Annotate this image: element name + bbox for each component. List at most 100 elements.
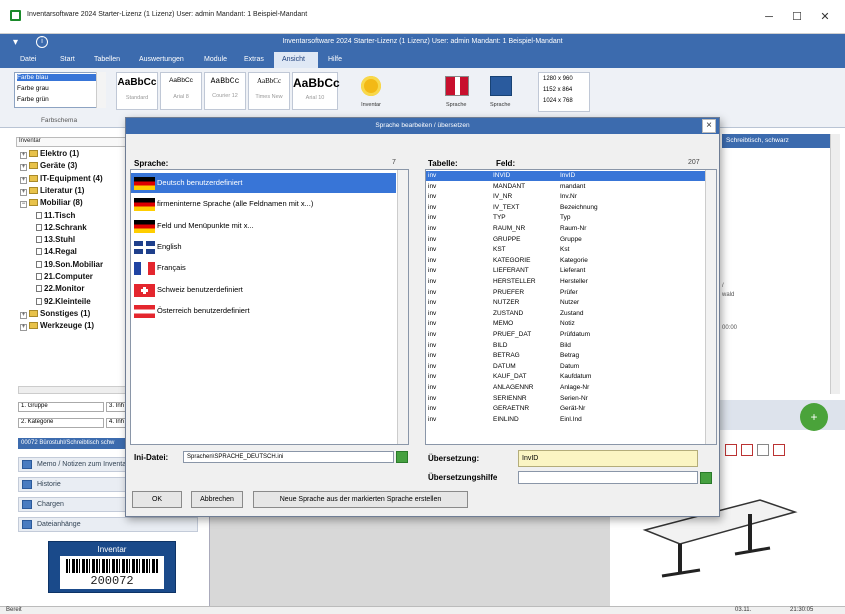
style-standard[interactable]: AaBbCc Standard [116,72,158,110]
tree-expand-icon[interactable]: + [20,311,27,319]
table-row[interactable]: inv HERSTELLER Hersteller [426,277,705,287]
add-item-icon[interactable]: + [800,403,828,431]
minimize-button[interactable]: ─ [754,6,784,28]
resolution-list[interactable]: 1280 x 960 1152 x 864 1024 x 768 [538,72,590,112]
new-language-button[interactable]: Neue Sprache aus der markierten Sprache … [253,491,468,508]
tree-node[interactable]: 11.Tisch [36,211,75,220]
document-edit-icon[interactable] [741,444,753,456]
translation-help-input[interactable] [518,471,698,484]
table-row[interactable]: inv LIEFERANT Lieferant [426,266,705,276]
table-row[interactable]: inv BILD Bild [426,341,705,351]
tree-node[interactable]: 12.Schrank [36,223,87,232]
field-table-scrollbar[interactable] [705,170,716,444]
table-row[interactable]: inv ZUSTAND Zustand [426,309,705,319]
language-item[interactable]: Feld und Menüpunkte mit x... [131,216,396,236]
tree-node[interactable]: 22.Monitor [36,284,84,293]
table-row[interactable]: inv INVID InvID [426,171,705,181]
menu-auswertungen[interactable]: Auswertungen [139,52,184,68]
cancel-button[interactable]: Abbrechen [191,491,243,508]
table-row[interactable]: inv MEMO Notiz [426,319,705,329]
table-row[interactable]: inv KATEGORIE Kategorie [426,256,705,266]
tree-expand-icon[interactable]: + [20,164,27,172]
maximize-button[interactable]: ☐ [782,6,812,28]
menu-tabellen[interactable]: Tabellen [94,52,120,68]
resolution-item[interactable]: 1152 x 864 [543,87,572,93]
color-item-green[interactable]: Farbe grün [17,96,49,103]
detail-scrollbar[interactable] [830,134,840,394]
tree-node[interactable]: + Elektro (1) [20,149,79,159]
color-item-grey[interactable]: Farbe grau [17,85,49,92]
group-combo[interactable]: 1. Gruppe [18,402,104,412]
pdf-icon[interactable] [773,444,785,456]
table-row[interactable]: inv BETRAG Betrag [426,351,705,361]
color-scheme-list[interactable]: Farbe blau Farbe grau Farbe grün [14,72,106,108]
language-item[interactable]: firmeninterne Sprache (alle Feldnamen mi… [131,194,396,214]
category-combo[interactable]: 2. Kategorie [18,418,104,428]
resolution-item[interactable]: 1024 x 768 [543,98,573,104]
resolution-item[interactable]: 1280 x 960 [543,76,573,82]
tree-horizontal-scrollbar[interactable] [18,386,128,394]
menu-module[interactable]: Module [204,52,227,68]
tree-node[interactable]: + Sonstiges (1) [20,309,90,319]
tree-expand-icon[interactable]: + [20,152,27,159]
language-list-scrollbar[interactable] [397,170,408,444]
tree-node[interactable]: 92.Kleinteile [36,297,91,306]
tools-icon[interactable] [757,444,769,456]
tree-node[interactable]: + Werkzeuge (1) [20,321,94,332]
table-row[interactable]: inv DATUM Datum [426,362,705,372]
tree-node[interactable]: 13.Stuhl [36,235,75,244]
style-arial10[interactable]: AaBbCc Arial 10 [292,72,340,110]
table-row[interactable]: inv RAUM_NR Raum-Nr [426,224,705,234]
table-row[interactable]: inv PRUEFER Prüfer [426,288,705,298]
menu-extras[interactable]: Extras [244,52,264,68]
style-courier12[interactable]: AaBbCc Courier 12 [204,72,246,110]
document-edit-icon[interactable] [725,444,737,456]
ini-file-browse-icon[interactable] [396,451,408,463]
table-row[interactable]: inv GERAETNR Gerät-Nr [426,404,705,414]
inventar-gear-icon[interactable] [361,76,381,96]
tree-node[interactable]: − Mobiliar (8) [20,198,83,209]
table-row[interactable]: inv EINLIND Einl.Ind [426,415,705,425]
language-item[interactable]: Deutsch benutzerdefiniert [131,173,396,193]
menu-hilfe[interactable]: Hilfe [328,52,342,68]
table-row[interactable]: inv GRUPPE Gruppe [426,235,705,245]
color-item-blue[interactable]: Farbe blau [17,74,97,81]
menu-start[interactable]: Start [60,52,75,68]
translation-input[interactable]: InvID [518,450,698,467]
tree-node[interactable]: 14.Regal [36,247,77,256]
attachments-button[interactable]: Dateianhänge [18,517,198,532]
table-row[interactable]: inv MANDANT mandant [426,182,705,192]
language-item[interactable]: English [131,237,396,257]
table-row[interactable]: inv IV_NR Inv.Nr [426,192,705,202]
ini-file-field[interactable]: Sprachen\SPRACHE_DEUTSCH.ini [183,451,394,463]
table-row[interactable]: inv IV_TEXT Bezeichnung [426,203,705,213]
translation-help-apply-icon[interactable] [700,472,712,484]
tree-node[interactable]: 19.Son.Mobiliar [36,260,103,269]
close-window-button[interactable]: ✕ [810,6,840,28]
tree-node[interactable]: + IT-Equipment (4) [20,174,103,184]
ok-button[interactable]: OK [132,491,182,508]
table-row[interactable]: inv KST Kst [426,245,705,255]
table-row[interactable]: inv PRUEF_DAT Prüfdatum [426,330,705,340]
table-row[interactable]: inv KAUF_DAT Kaufdatum [426,372,705,382]
tree-expand-icon[interactable]: + [20,324,27,332]
table-row[interactable]: inv SERIENNR Serien-Nr [426,394,705,404]
table-row[interactable]: inv TYP Typ [426,213,705,223]
color-list-scrollbar[interactable] [96,72,106,108]
language-flag-icon[interactable] [445,76,469,96]
language-item[interactable]: Schweiz benutzerdefiniert [131,280,396,300]
language-item[interactable]: Österreich benutzerdefiniert [131,301,396,321]
dialog-close-icon[interactable]: × [702,119,716,133]
tree-node[interactable]: + Geräte (3) [20,161,77,172]
menu-datei[interactable]: Datei [20,52,36,68]
tree-expand-icon[interactable]: − [20,201,27,209]
language-document-icon[interactable] [490,76,512,96]
table-row[interactable]: inv ANLAGENNR Anlage-Nr [426,383,705,393]
table-row[interactable]: inv NUTZER Nutzer [426,298,705,308]
menu-ansicht[interactable]: Ansicht [282,52,305,68]
tree-expand-icon[interactable]: + [20,176,27,184]
style-times[interactable]: AaBbCc Times New [248,72,290,110]
language-item[interactable]: Français [131,258,396,278]
tree-node[interactable]: + Literatur (1) [20,186,84,196]
tree-expand-icon[interactable]: + [20,188,27,196]
